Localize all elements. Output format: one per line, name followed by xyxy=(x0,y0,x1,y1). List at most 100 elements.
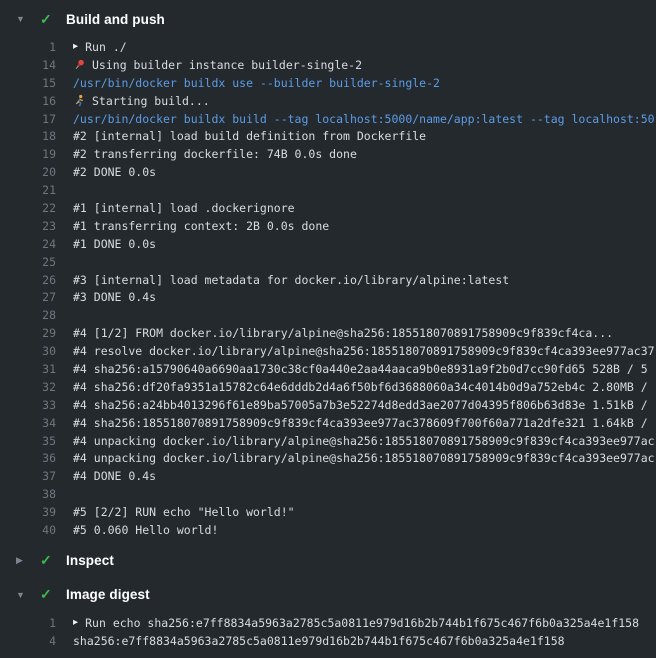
line-number[interactable]: 22 xyxy=(16,201,56,215)
line-number[interactable]: 19 xyxy=(16,147,56,161)
line-number[interactable]: 35 xyxy=(16,434,56,448)
chevron-right-icon[interactable]: ▶ xyxy=(16,555,40,566)
success-check-icon: ✓ xyxy=(40,586,66,603)
log-text: #2 [internal] load build definition from… xyxy=(73,129,426,143)
line-number[interactable]: 20 xyxy=(16,165,56,179)
log-text: #5 0.060 Hello world! xyxy=(73,523,218,537)
line-number[interactable]: 33 xyxy=(16,398,56,412)
log-line: 1 ▶ Run ./ xyxy=(0,38,656,56)
log-line: 20 #2 DONE 0.0s xyxy=(0,163,656,181)
log-text: Using builder instance builder-single-2 xyxy=(92,58,362,72)
log-line: 36 #4 unpacking docker.io/library/alpine@… xyxy=(0,449,656,467)
line-number[interactable]: 16 xyxy=(16,94,56,108)
log-line: 31 #4 sha256:a15790640a6690aa1730c38cf0a4… xyxy=(0,360,656,378)
line-number[interactable]: 21 xyxy=(16,183,56,197)
line-number[interactable]: 34 xyxy=(16,416,56,430)
log-line: 16 Starting build... xyxy=(0,92,656,110)
log-text: #4 sha256:df20fa9351a15782c64e6dddb2d4a6… xyxy=(73,380,648,394)
log-line: 30 #4 resolve docker.io/library/alpine@sh… xyxy=(0,342,656,360)
section-log-body: 1 ▶ Run ./ 14 Using builder instance builder… xyxy=(0,33,656,547)
line-number[interactable]: 39 xyxy=(16,505,56,519)
line-number[interactable]: 26 xyxy=(16,273,56,287)
log-text: #1 DONE 0.0s xyxy=(73,237,156,251)
log-text: /usr/bin/docker buildx build --tag local… xyxy=(73,112,655,126)
group-expand-icon[interactable]: ▶ xyxy=(73,41,78,51)
log-text: #5 [2/2] RUN echo "Hello world!" xyxy=(73,505,295,519)
log-line: 27 #3 DONE 0.4s xyxy=(0,288,656,306)
line-number[interactable]: 38 xyxy=(16,487,56,501)
log-line: 18 #2 [internal] load build definition fr… xyxy=(0,127,656,145)
log-text: #4 [1/2] FROM docker.io/library/alpine@s… xyxy=(73,326,613,340)
log-section-build-and-push: ▼✓Build and push 1 ▶ Run ./ 14 Using builder … xyxy=(0,5,656,547)
log-text: #4 sha256:a24bb4013296f61e89ba57005a7b3e… xyxy=(73,398,648,412)
line-number[interactable]: 29 xyxy=(16,326,56,340)
log-section-inspect: ▶✓Inspect xyxy=(0,547,656,575)
line-number[interactable]: 31 xyxy=(16,362,56,376)
log-text: #1 transferring context: 2B 0.0s done xyxy=(73,219,329,233)
line-number[interactable]: 40 xyxy=(16,523,56,537)
line-number[interactable]: 27 xyxy=(16,290,56,304)
section-header-image-digest[interactable]: ▼✓Image digest xyxy=(0,581,656,609)
log-text: #4 sha256:185518070891758909c9f839cf4ca3… xyxy=(73,416,648,430)
log-text: /usr/bin/docker buildx use --builder bui… xyxy=(73,76,440,90)
log-line: 26 #3 [internal] load metadata for docker… xyxy=(0,271,656,289)
log-text: #4 resolve docker.io/library/alpine@sha2… xyxy=(73,344,655,358)
success-check-icon: ✓ xyxy=(40,11,66,28)
log-text: #3 [internal] load metadata for docker.i… xyxy=(73,273,509,287)
log-line: 23 #1 transferring context: 2B 0.0s done xyxy=(0,217,656,235)
log-text: #2 DONE 0.0s xyxy=(73,165,156,179)
section-title: Image digest xyxy=(66,587,150,602)
log-text: #4 sha256:a15790640a6690aa1730c38cf0a440… xyxy=(73,362,648,376)
section-header-inspect[interactable]: ▶✓Inspect xyxy=(0,547,656,575)
log-line: 38 xyxy=(0,485,656,503)
success-check-icon: ✓ xyxy=(40,552,66,569)
line-number[interactable]: 17 xyxy=(16,112,56,126)
line-number[interactable]: 18 xyxy=(16,129,56,143)
line-number[interactable]: 24 xyxy=(16,237,56,251)
line-number[interactable]: 37 xyxy=(16,469,56,483)
log-line: 1▶Run echo sha256:e7ff8834a5963a2785c5a0… xyxy=(0,614,656,632)
log-text: #4 unpacking docker.io/library/alpine@sh… xyxy=(73,434,655,448)
section-title: Build and push xyxy=(66,12,165,27)
line-number[interactable]: 28 xyxy=(16,308,56,322)
chevron-down-icon[interactable]: ▼ xyxy=(16,14,40,24)
log-line: 37 #4 DONE 0.4s xyxy=(0,467,656,485)
workflow-log: ▼✓Build and push1▶Run ./14Using builder … xyxy=(0,5,656,658)
log-text: #4 DONE 0.4s xyxy=(73,469,156,483)
log-line: 35 #4 unpacking docker.io/library/alpine@… xyxy=(0,432,656,450)
section-header-build-and-push[interactable]: ▼✓Build and push xyxy=(0,5,656,33)
log-line: 19#2 transferring dockerfile: 74B 0.0s d… xyxy=(0,145,656,163)
group-expand-icon[interactable]: ▶ xyxy=(73,617,78,627)
log-line: 25 xyxy=(0,253,656,271)
line-number[interactable]: 30 xyxy=(16,344,56,358)
line-number[interactable]: 36 xyxy=(16,451,56,465)
log-line: 34 #4 sha256:185518070891758909c9f839cf4c… xyxy=(0,414,656,432)
log-text: sha256:e7ff8834a5963a2785c5a0811e979d16b… xyxy=(73,634,565,648)
log-line: 4 sha256:e7ff8834a5963a2785c5a0811e979d16… xyxy=(0,632,656,650)
line-number[interactable]: 15 xyxy=(16,76,56,90)
line-number[interactable]: 14 xyxy=(16,58,56,72)
log-text: Starting build... xyxy=(92,94,210,108)
section-title: Inspect xyxy=(66,553,114,568)
line-number[interactable]: 32 xyxy=(16,380,56,394)
log-line: 24 #1 DONE 0.0s xyxy=(0,235,656,253)
line-number[interactable]: 4 xyxy=(16,634,56,648)
log-text: Run ./ xyxy=(85,40,127,54)
line-number[interactable]: 1 xyxy=(16,616,56,630)
line-number[interactable]: 23 xyxy=(16,219,56,233)
line-number[interactable]: 1 xyxy=(16,40,56,54)
log-line: 40 #5 0.060 Hello world! xyxy=(0,521,656,539)
chevron-down-icon[interactable]: ▼ xyxy=(16,590,40,600)
section-log-body: 1▶Run echo sha256:e7ff8834a5963a2785c5a0… xyxy=(0,609,656,658)
log-line: 15/usr/bin/docker buildx use --builder b… xyxy=(0,74,656,92)
log-line: 39 #5 [2/2] RUN echo "Hello world!" xyxy=(0,503,656,521)
log-line: 17/usr/bin/docker buildx build --tag loc… xyxy=(0,110,656,128)
log-text: #1 [internal] load .dockerignore xyxy=(73,201,295,215)
log-line: 28 xyxy=(0,306,656,324)
log-line: 21 xyxy=(0,181,656,199)
log-text: #3 DONE 0.4s xyxy=(73,290,156,304)
log-text: #4 unpacking docker.io/library/alpine@sh… xyxy=(73,451,655,465)
log-line: 22 #1 [internal] load .dockerignore xyxy=(0,199,656,217)
log-line: 14 Using builder instance builder-single-… xyxy=(0,56,656,74)
line-number[interactable]: 25 xyxy=(16,255,56,269)
